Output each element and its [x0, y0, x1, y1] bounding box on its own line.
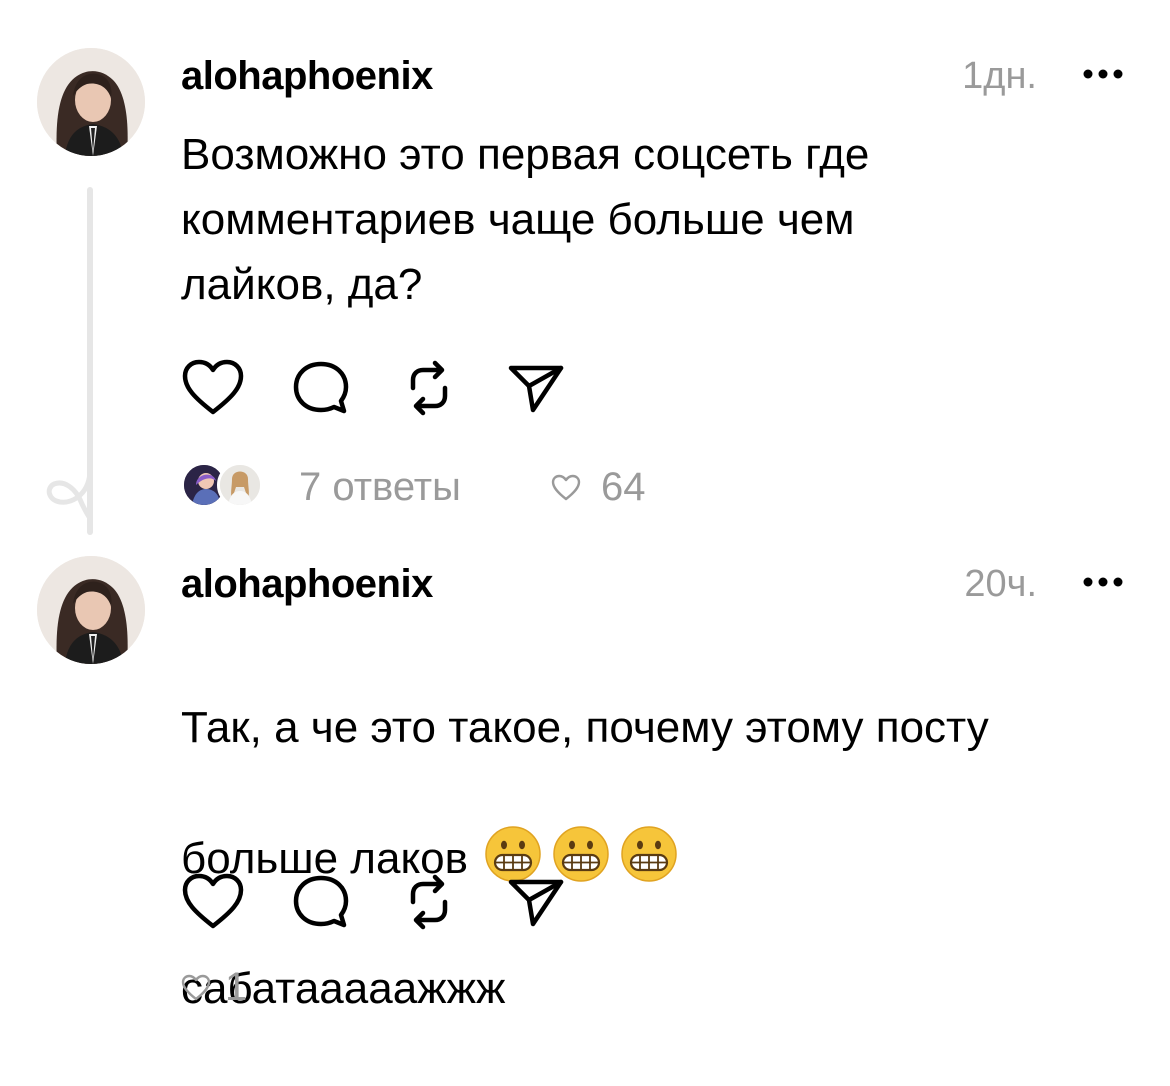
comment-text-line: Так, а че это такое, почему этому посту: [181, 703, 989, 752]
repost-icon[interactable]: [397, 358, 461, 418]
replies-count[interactable]: 7 ответы: [299, 462, 461, 512]
small-heart-icon: [181, 974, 211, 1002]
small-heart-icon: [551, 474, 581, 502]
more-icon[interactable]: [1083, 68, 1123, 80]
grimacing-face-emoji-icon: [620, 825, 678, 883]
username[interactable]: alohaphoenix: [181, 54, 433, 98]
comment-item: alohaphoenix 1дн. Возможно это первая со…: [0, 0, 1170, 540]
repost-icon[interactable]: [397, 872, 461, 932]
username[interactable]: alohaphoenix: [181, 562, 433, 606]
avatar-image: [37, 556, 145, 664]
comment-item: alohaphoenix 20ч. Так, а че это такое, п…: [0, 540, 1170, 1058]
action-bar: [181, 358, 581, 418]
stats-row: 7 ответы 64: [181, 462, 701, 512]
share-icon[interactable]: [505, 872, 569, 932]
action-bar: [181, 872, 581, 932]
likes-count[interactable]: 1: [225, 962, 247, 1012]
heart-icon[interactable]: [181, 358, 245, 418]
avatar-image: [37, 48, 145, 156]
comment-text: Возможно это первая соцсеть где коммента…: [181, 130, 870, 309]
comment-icon[interactable]: [289, 358, 353, 418]
comment-icon[interactable]: [289, 872, 353, 932]
timestamp: 20ч.: [964, 563, 1037, 605]
comment-text: Так, а че это такое, почему этому посту …: [181, 630, 1141, 1086]
avatar[interactable]: [37, 48, 145, 156]
stats-row: 1: [181, 962, 381, 1012]
reply-avatar: [217, 462, 263, 508]
avatar[interactable]: [37, 556, 145, 664]
timestamp: 1дн.: [962, 55, 1037, 97]
heart-icon[interactable]: [181, 872, 245, 932]
likes-count[interactable]: 64: [601, 462, 646, 512]
more-icon[interactable]: [1083, 576, 1123, 588]
thread-curl-icon: [46, 462, 93, 518]
share-icon[interactable]: [505, 358, 569, 418]
